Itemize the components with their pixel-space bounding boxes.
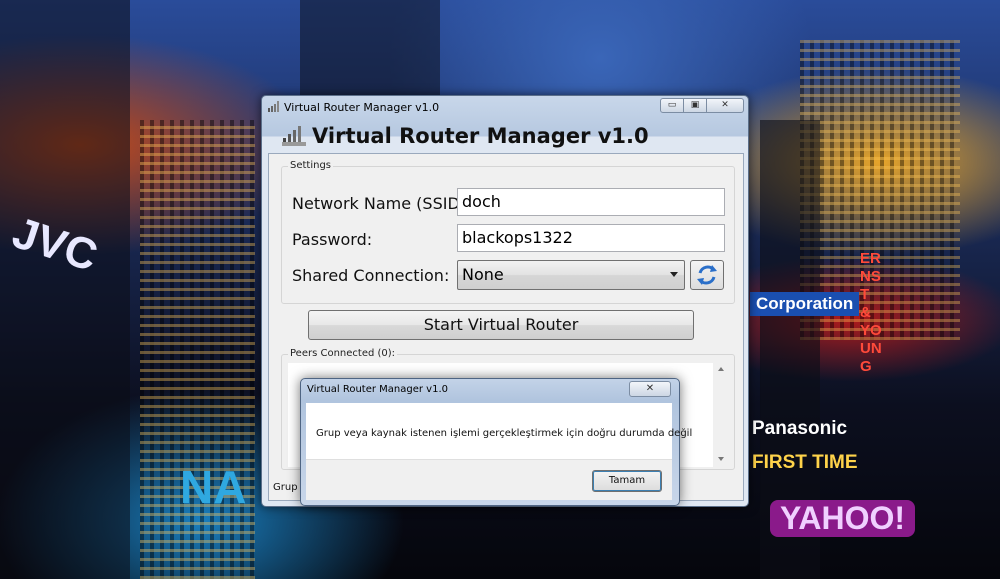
sign-yahoo: YAHOO!	[770, 500, 916, 537]
maximize-button[interactable]: ▣	[683, 98, 707, 113]
peers-scrollbar[interactable]	[715, 363, 728, 467]
refresh-icon	[697, 265, 717, 285]
start-virtual-router-button[interactable]: Start Virtual Router	[308, 310, 694, 340]
chevron-down-icon	[670, 272, 678, 277]
dialog-footer: Tamam	[306, 459, 672, 500]
title-bar[interactable]: Virtual Router Manager v1.0 ▭ ▣ ✕	[262, 96, 748, 118]
password-label: Password:	[292, 230, 373, 249]
ok-button[interactable]: Tamam	[592, 470, 662, 492]
peers-group-label: Peers Connected (0):	[288, 348, 398, 359]
ssid-label: Network Name (SSID):	[292, 194, 472, 213]
sign-nasdaq: NA	[180, 461, 247, 513]
signal-bars-icon	[268, 101, 279, 112]
error-dialog: Virtual Router Manager v1.0 ✕ Grup veya …	[300, 378, 692, 506]
dialog-title: Virtual Router Manager v1.0	[307, 384, 449, 395]
dialog-body: Grup veya kaynak istenen işlemi gerçekle…	[306, 403, 692, 459]
settings-group: Settings Network Name (SSID): doch Passw…	[281, 160, 735, 304]
shared-connection-select[interactable]: None	[457, 260, 685, 290]
sign-first-time: FIRST TIME	[752, 452, 858, 473]
dialog-close-button[interactable]: ✕	[629, 381, 671, 397]
close-button[interactable]: ✕	[706, 98, 744, 113]
scroll-up-icon[interactable]	[718, 367, 724, 371]
window-title: Virtual Router Manager v1.0	[284, 101, 440, 114]
minimize-button[interactable]: ▭	[660, 98, 684, 113]
password-input[interactable]: blackops1322	[457, 224, 725, 252]
settings-group-label: Settings	[288, 160, 334, 171]
sign-ernst-young: ERNST & YOUNG	[860, 250, 882, 375]
router-signal-icon	[282, 126, 306, 146]
sign-panasonic: Panasonic	[752, 418, 848, 439]
scroll-down-icon[interactable]	[718, 457, 724, 461]
page-title: Virtual Router Manager v1.0	[312, 124, 649, 148]
dialog-message: Grup veya kaynak istenen işlemi gerçekle…	[316, 428, 693, 439]
refresh-connections-button[interactable]	[690, 260, 724, 290]
ssid-input[interactable]: doch	[457, 188, 725, 216]
shared-connection-value: None	[462, 265, 504, 284]
sign-corporation: Corporation	[750, 292, 860, 316]
shared-connection-label: Shared Connection:	[292, 266, 450, 285]
